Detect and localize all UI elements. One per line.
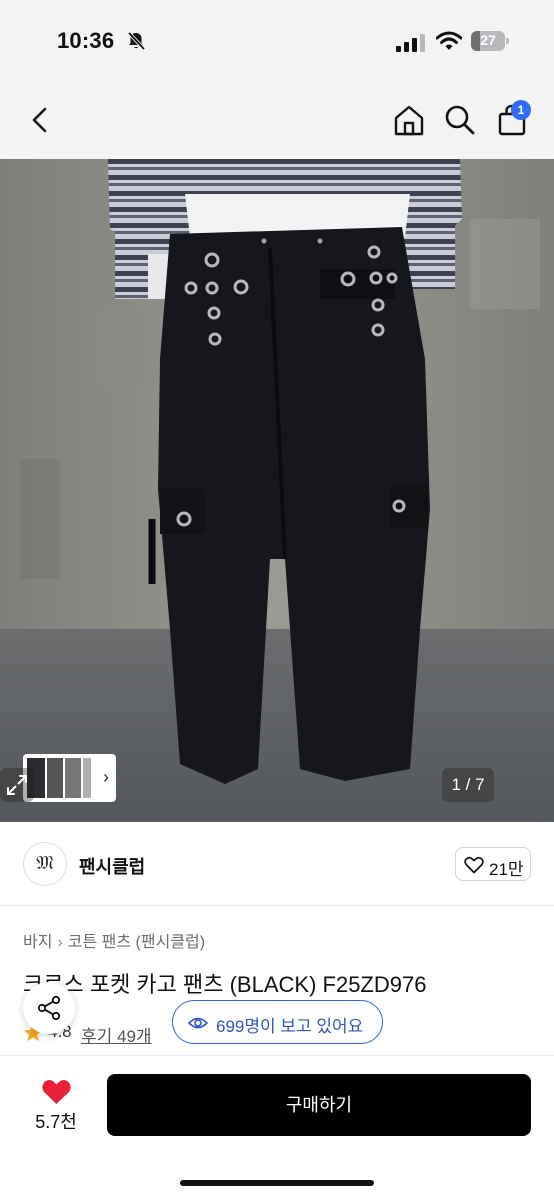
search-icon[interactable] <box>442 102 478 138</box>
seller-name[interactable]: 팬시클럽 <box>79 853 145 879</box>
cellular-signal-icon <box>396 34 425 52</box>
product-photo <box>0 159 554 822</box>
battery-cap <box>506 38 509 44</box>
reviews-link[interactable]: 후기 49개 <box>81 1022 152 1047</box>
gallery-thumbnail-strip[interactable]: › <box>23 754 116 802</box>
seller-row[interactable]: 𝔐 팬시클럽 21만 <box>0 822 554 906</box>
buy-button[interactable]: 구매하기 <box>107 1074 531 1136</box>
home-indicator[interactable] <box>180 1180 374 1186</box>
status-time: 10:36 <box>57 28 115 53</box>
expand-arrows-icon[interactable] <box>0 768 34 802</box>
status-bar: 10:36 27 <box>0 0 554 84</box>
chevron-right-icon: › <box>103 767 109 787</box>
product-title: 크로스 포켓 카고 팬츠 (BLACK) F25ZD976 <box>23 972 427 997</box>
bottom-purchase-bar: 5.7천 구매하기 <box>0 1055 554 1200</box>
viewers-count-text: 699명이 보고 있어요 <box>216 1017 364 1036</box>
wifi-icon <box>436 31 462 50</box>
breadcrumb-item[interactable]: 바지 <box>23 928 52 952</box>
share-icon <box>37 995 61 1021</box>
breadcrumb-item[interactable]: 코튼 팬츠 (팬시클럽) <box>68 928 205 952</box>
wish-count: 5.7천 <box>35 1112 77 1132</box>
share-button[interactable] <box>23 982 75 1034</box>
home-icon[interactable] <box>391 102 427 138</box>
viewers-pill: 699명이 보고 있어요 <box>172 1000 383 1044</box>
product-image-gallery[interactable]: › 1 / 7 <box>0 159 554 822</box>
heart-filled-icon[interactable] <box>41 1078 72 1106</box>
breadcrumb: 바지 › 코튼 팬츠 (팬시클럽) <box>23 928 205 952</box>
seller-like-count: 21만 <box>489 860 524 879</box>
battery-percent: 27 <box>480 32 496 48</box>
cart-count-badge: 1 <box>511 100 531 120</box>
heart-outline-icon <box>464 856 484 874</box>
top-navigation <box>0 84 554 159</box>
seller-like-button[interactable]: 21만 <box>455 847 531 881</box>
image-page-counter: 1 / 7 <box>442 768 494 802</box>
battery-indicator: 27 <box>471 31 509 51</box>
eye-icon <box>188 1017 208 1029</box>
chevron-left-icon[interactable] <box>22 102 58 138</box>
bell-muted-icon <box>127 31 146 51</box>
breadcrumb-separator: › <box>57 934 63 951</box>
seller-logo[interactable]: 𝔐 <box>23 842 67 886</box>
